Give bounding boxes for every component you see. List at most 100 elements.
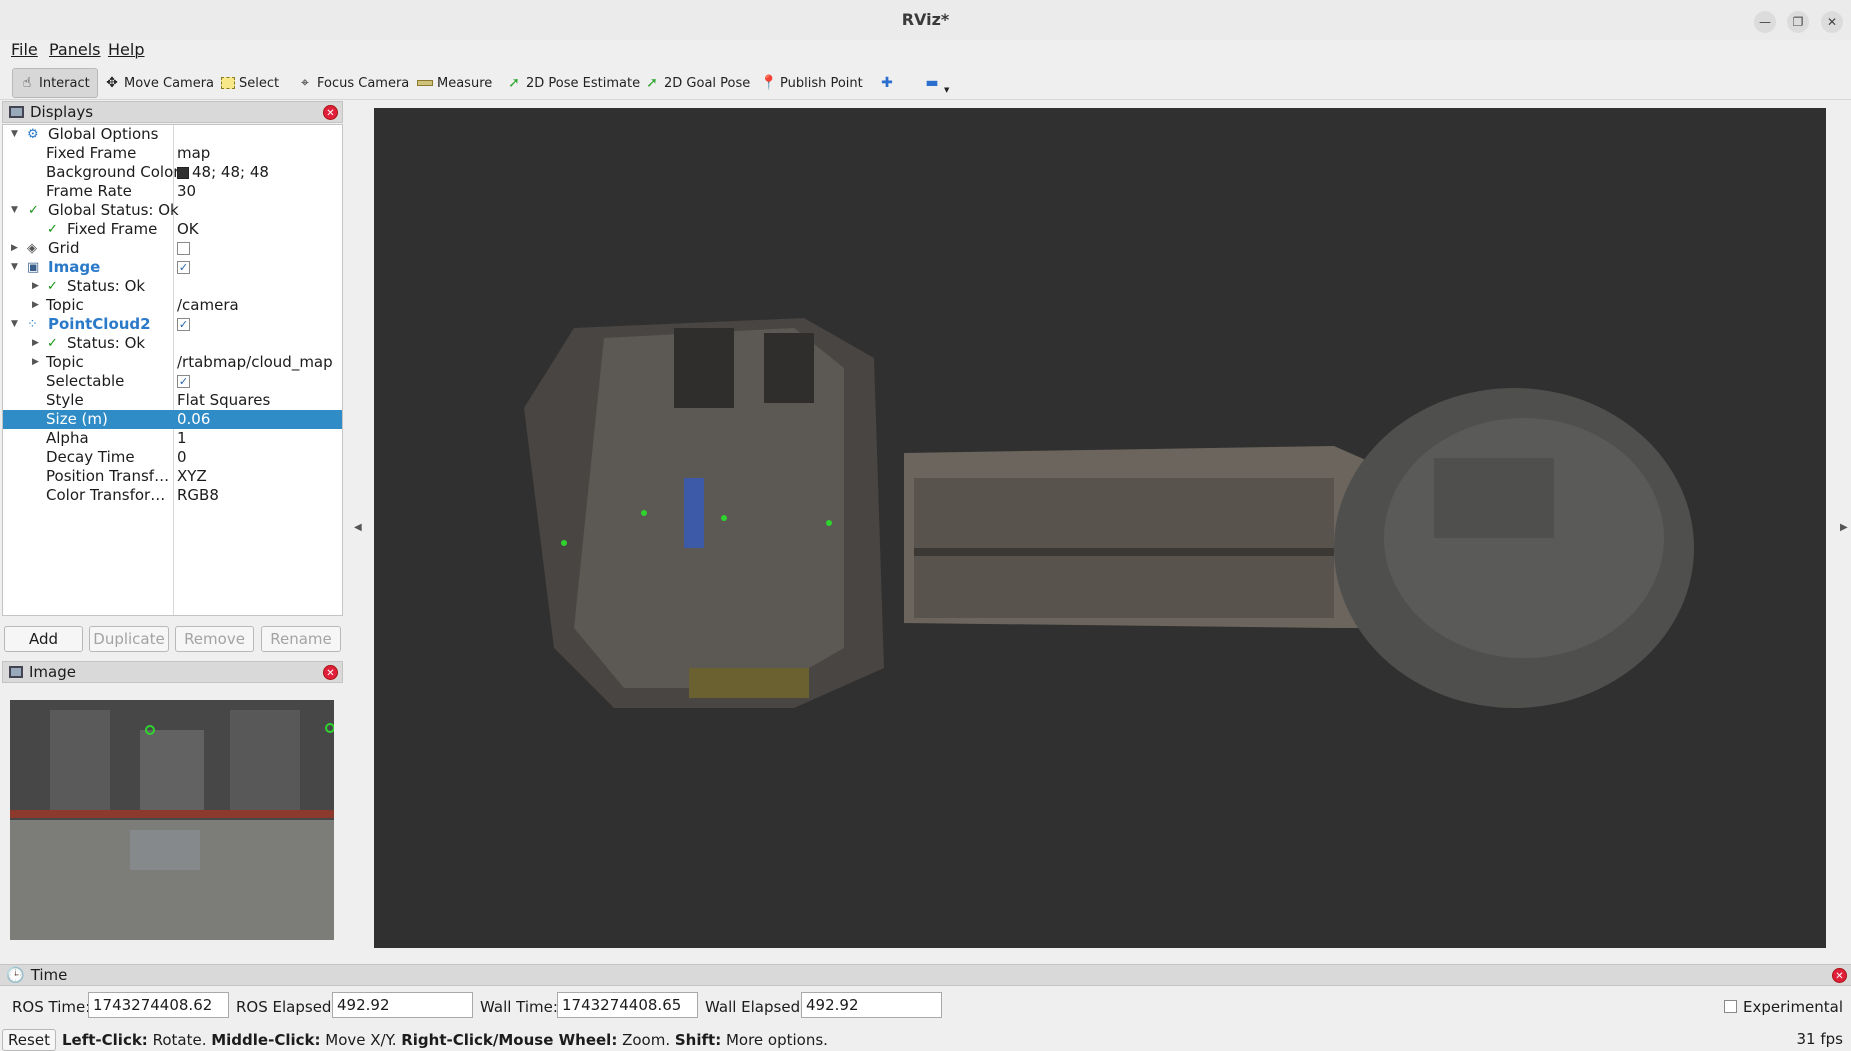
time-panel-title: Time: [30, 966, 68, 984]
grid-enable-checkbox[interactable]: [177, 239, 190, 258]
ros-time-label: ROS Time:: [12, 998, 91, 1016]
row-value[interactable]: /camera: [177, 296, 239, 315]
remove-button[interactable]: Remove: [175, 626, 254, 652]
reset-button[interactable]: Reset: [2, 1029, 56, 1051]
experimental-label: Experimental: [1743, 998, 1844, 1016]
measure-tool[interactable]: Measure: [411, 68, 498, 98]
3d-render-view[interactable]: [374, 108, 1826, 948]
image-enable-checkbox[interactable]: ✓: [177, 258, 190, 277]
add-button[interactable]: Add: [4, 626, 83, 652]
tree-row-style[interactable]: Style Flat Squares: [3, 391, 342, 410]
row-value[interactable]: 48; 48; 48: [177, 163, 269, 182]
selectable-checkbox[interactable]: ✓: [177, 372, 190, 391]
row-value[interactable]: /rtabmap/cloud_map: [177, 353, 333, 372]
select-tool[interactable]: Select: [215, 68, 285, 98]
tree-row-frame-rate[interactable]: Frame Rate 30: [3, 182, 342, 201]
row-name: PointCloud2: [48, 315, 151, 333]
pointcloud-enable-checkbox[interactable]: ✓: [177, 315, 190, 334]
collapse-arrow-icon[interactable]: ▶: [11, 239, 18, 258]
row-name: Style: [46, 391, 84, 409]
collapse-arrow-icon[interactable]: ▶: [32, 296, 39, 315]
remove-tool-button[interactable]: ▬ ▼: [918, 68, 955, 98]
row-value[interactable]: 0: [177, 448, 187, 467]
close-icon[interactable]: ✕: [323, 665, 338, 680]
maximize-icon[interactable]: ❐: [1787, 11, 1809, 33]
tree-row-position-transformer[interactable]: Position Transf… XYZ: [3, 467, 342, 486]
tree-row-size[interactable]: Size (m) 0.06: [3, 410, 342, 429]
row-name: Size (m): [46, 410, 108, 428]
tree-row-selectable[interactable]: Selectable ✓: [3, 372, 342, 391]
row-name: Alpha: [46, 429, 89, 447]
checkmark-icon: ✓: [47, 222, 58, 237]
expand-arrow-icon[interactable]: ▼: [11, 201, 18, 220]
row-value[interactable]: XYZ: [177, 467, 207, 486]
menu-panels[interactable]: Panels: [49, 40, 101, 59]
tree-row-background-color[interactable]: Background Color 48; 48; 48: [3, 163, 342, 182]
expand-arrow-icon[interactable]: ▼: [11, 125, 18, 144]
ros-time-field[interactable]: 1743274408.62: [88, 992, 229, 1018]
collapse-arrow-icon[interactable]: ▶: [32, 353, 39, 372]
right-collapse-arrow-icon[interactable]: ▶: [1840, 522, 1848, 533]
select-label: Select: [239, 75, 280, 91]
green-arrow-icon: ➚: [508, 75, 520, 91]
close-icon[interactable]: ✕: [323, 105, 338, 120]
row-value[interactable]: 0.06: [177, 410, 210, 429]
add-tool-button[interactable]: ✚: [873, 68, 901, 98]
interact-tool[interactable]: ☝ Interact: [12, 68, 98, 98]
tree-row-pointcloud2[interactable]: ▼ ⁘ PointCloud2 ✓: [3, 315, 342, 334]
duplicate-button[interactable]: Duplicate: [89, 626, 169, 652]
tree-row-alpha[interactable]: Alpha 1: [3, 429, 342, 448]
dropdown-arrow-icon: ▼: [944, 86, 950, 94]
tree-row-global-options[interactable]: ▼ ⚙ Global Options: [3, 125, 342, 144]
goal-pose-tool[interactable]: ➚ 2D Goal Pose: [638, 68, 756, 98]
close-icon[interactable]: ✕: [1821, 11, 1843, 33]
window-title: RViz*: [901, 10, 950, 29]
expand-arrow-icon[interactable]: ▼: [11, 258, 18, 277]
tree-row-fixed-frame-status[interactable]: ✓ Fixed Frame OK: [3, 220, 342, 239]
focus-camera-tool[interactable]: ⌖ Focus Camera: [291, 68, 415, 98]
row-value[interactable]: 30: [177, 182, 196, 201]
menu-file[interactable]: File: [11, 40, 38, 59]
tree-row-pointcloud-status[interactable]: ▶ ✓ Status: Ok: [3, 334, 342, 353]
publish-point-tool[interactable]: 📍 Publish Point: [754, 68, 869, 98]
collapse-arrow-icon[interactable]: ▶: [32, 334, 39, 353]
close-icon[interactable]: ✕: [1832, 968, 1847, 983]
menu-help[interactable]: Help: [108, 40, 144, 59]
move-camera-tool[interactable]: ✥ Move Camera: [98, 68, 220, 98]
row-value[interactable]: map: [177, 144, 210, 163]
image-icon: [9, 666, 23, 678]
tree-row-fixed-frame[interactable]: Fixed Frame map: [3, 144, 342, 163]
minimize-icon[interactable]: —: [1754, 11, 1776, 33]
expand-arrow-icon[interactable]: ▼: [11, 315, 18, 334]
wall-elapsed-field[interactable]: 492.92: [801, 992, 942, 1018]
tree-row-pointcloud-topic[interactable]: ▶ Topic /rtabmap/cloud_map: [3, 353, 342, 372]
left-collapse-arrow-icon[interactable]: ◀: [354, 522, 362, 533]
tree-row-grid[interactable]: ▶ ◈ Grid: [3, 239, 342, 258]
collapse-arrow-icon[interactable]: ▶: [32, 277, 39, 296]
tree-row-image[interactable]: ▼ ▣ Image ✓: [3, 258, 342, 277]
row-value[interactable]: Flat Squares: [177, 391, 270, 410]
tree-row-decay-time[interactable]: Decay Time 0: [3, 448, 342, 467]
tree-row-color-transformer[interactable]: Color Transfor… RGB8: [3, 486, 342, 505]
tree-row-global-status[interactable]: ▼ ✓ Global Status: Ok: [3, 201, 342, 220]
ros-elapsed-field[interactable]: 492.92: [332, 992, 473, 1018]
experimental-checkbox[interactable]: [1724, 1000, 1737, 1013]
wall-time-field[interactable]: 1743274408.65: [557, 992, 698, 1018]
pose-estimate-label: 2D Pose Estimate: [526, 75, 641, 91]
grid-icon: ◈: [27, 241, 37, 256]
rename-button[interactable]: Rename: [261, 626, 341, 652]
row-value[interactable]: RGB8: [177, 486, 219, 505]
hand-pointer-icon: ☝: [22, 75, 32, 91]
right-click-key: Right-Click/Mouse Wheel:: [401, 1031, 618, 1049]
pose-estimate-tool[interactable]: ➚ 2D Pose Estimate: [500, 68, 646, 98]
row-value[interactable]: 1: [177, 429, 187, 448]
row-name: Topic: [46, 353, 84, 371]
camera-image: [10, 700, 334, 940]
tree-row-image-topic[interactable]: ▶ Topic /camera: [3, 296, 342, 315]
tree-row-image-status[interactable]: ▶ ✓ Status: Ok: [3, 277, 342, 296]
image-panel-title: Image: [29, 663, 76, 681]
row-name: Status: Ok: [67, 277, 146, 295]
image-panel-header: Image ✕: [2, 661, 343, 683]
row-name: Fixed Frame: [67, 220, 158, 238]
camera-image-view: [10, 700, 334, 940]
